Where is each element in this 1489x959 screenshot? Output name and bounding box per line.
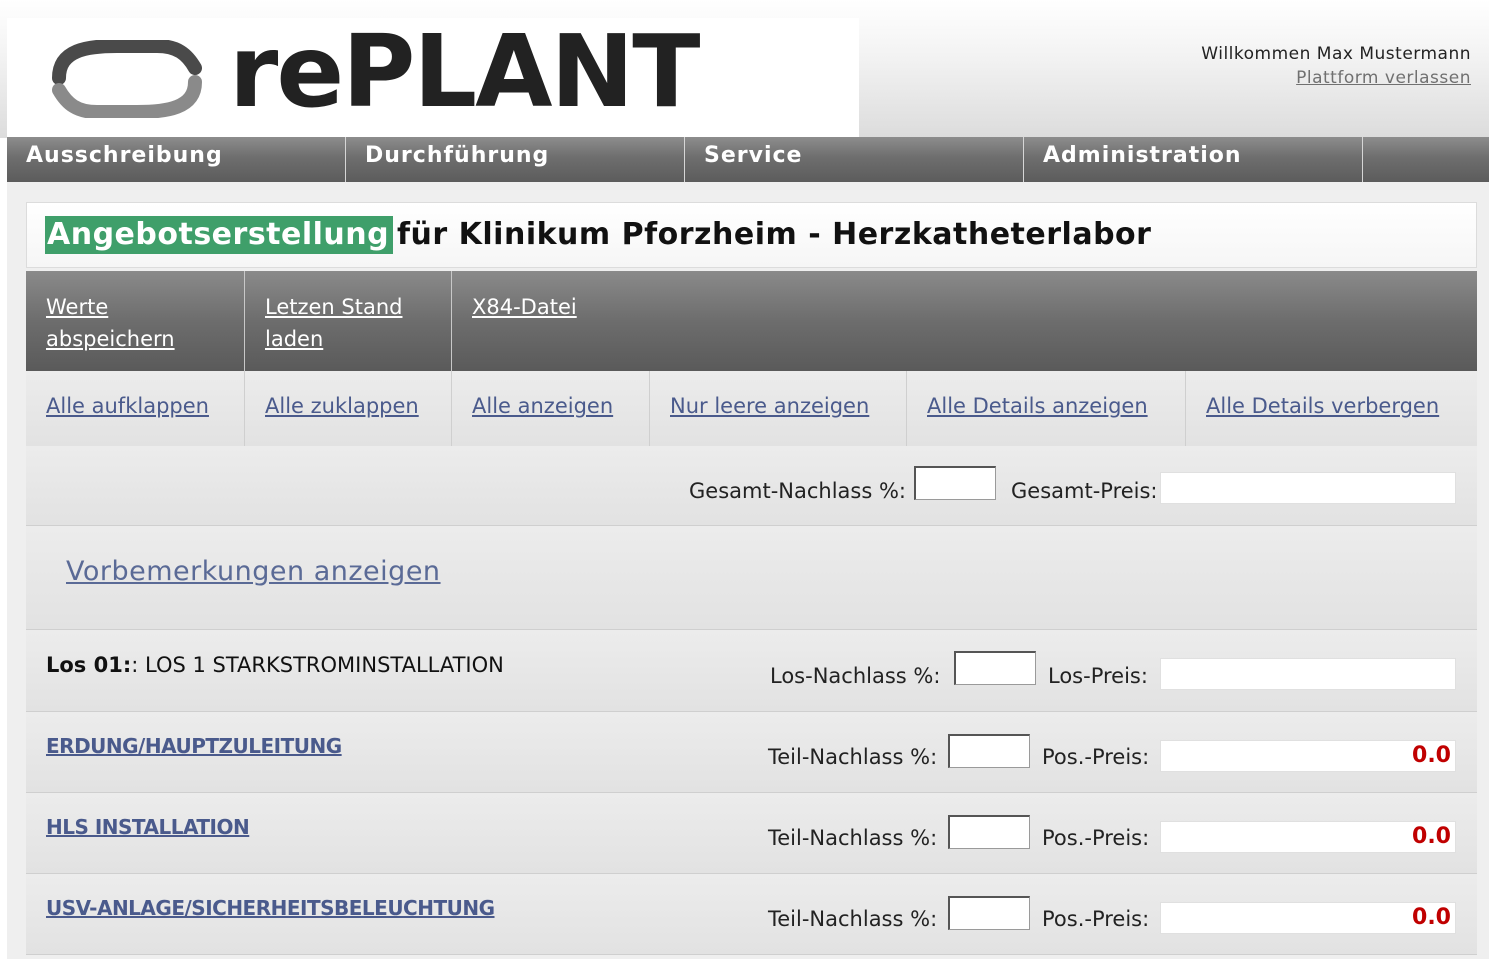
position-price-label: Pos.-Preis:	[1042, 907, 1150, 931]
show-all-link[interactable]: Alle anzeigen	[472, 394, 613, 418]
leave-platform-link[interactable]: Plattform verlassen	[1201, 68, 1471, 88]
remarks-row: Vorbemerkungen anzeigen	[26, 526, 1477, 630]
los-price-label: Los-Preis:	[1048, 664, 1148, 688]
hide-all-details-link[interactable]: Alle Details verbergen	[1206, 394, 1439, 418]
secondary-toolbar: Alle aufklappen Alle zuklappen Alle anze…	[26, 371, 1477, 447]
position-row: ERDUNG/HAUPTZULEITUNG Teil-Nachlass %: P…	[26, 712, 1477, 793]
show-remarks-link[interactable]: Vorbemerkungen anzeigen	[66, 556, 441, 587]
total-price-label: Gesamt-Preis:	[1011, 479, 1158, 503]
los-price-field	[1160, 658, 1456, 690]
position-price-label: Pos.-Preis:	[1042, 826, 1150, 850]
los-discount-label: Los-Nachlass %:	[770, 664, 941, 688]
main-nav: Ausschreibung Durchführung Service Admin…	[7, 137, 1489, 182]
welcome-text: Willkommen Max Mustermann	[1201, 44, 1471, 64]
los-discount-input[interactable]	[954, 651, 1036, 685]
position-discount-input[interactable]	[948, 896, 1030, 930]
position-link[interactable]: USV-ANLAGE/SICHERHEITSBELEUCHTUNG	[46, 896, 495, 920]
expand-all-link[interactable]: Alle aufklappen	[46, 394, 209, 418]
position-discount-label: Teil-Nachlass %:	[768, 907, 938, 931]
save-values-link[interactable]: Werte abspeichern	[46, 291, 196, 355]
show-empty-cell: Nur leere anzeigen	[650, 371, 907, 446]
hide-details-cell: Alle Details verbergen	[1186, 371, 1477, 446]
position-row: HLS INSTALLATION Teil-Nachlass %: Pos.-P…	[26, 793, 1477, 874]
los-title: Los 01:: LOS 1 STARKSTROMINSTALLATION	[46, 653, 504, 677]
position-price-field: 0.0	[1160, 821, 1456, 853]
los-number: Los 01:	[46, 653, 132, 677]
los-name: : LOS 1 STARKSTROMINSTALLATION	[131, 653, 504, 677]
expand-all-cell: Alle aufklappen	[26, 371, 245, 446]
position-discount-input[interactable]	[948, 734, 1030, 768]
position-discount-label: Teil-Nachlass %:	[768, 826, 938, 850]
load-last-state-link[interactable]: Letzen Stand laden	[265, 291, 415, 355]
total-discount-input[interactable]	[914, 466, 996, 500]
position-row: USV-ANLAGE/SICHERHEITSBELEUCHTUNG Teil-N…	[26, 874, 1477, 955]
load-state-cell: Letzen Stand laden	[245, 271, 452, 371]
collapse-all-cell: Alle zuklappen	[245, 371, 452, 446]
position-price-label: Pos.-Preis:	[1042, 745, 1150, 769]
totals-row: Gesamt-Nachlass %: Gesamt-Preis:	[26, 446, 1477, 526]
position-price-field: 0.0	[1160, 902, 1456, 934]
page-title-highlight: Angebotserstellung	[45, 216, 394, 254]
x84-file-cell: X84-Datei	[452, 271, 1477, 371]
los-row: Los 01:: LOS 1 STARKSTROMINSTALLATION Lo…	[26, 630, 1477, 712]
show-empty-only-link[interactable]: Nur leere anzeigen	[670, 394, 869, 418]
page-title-rest: für Klinikum Pforzheim - Herzkatheterlab…	[397, 217, 1152, 252]
nav-item-ausschreibung[interactable]: Ausschreibung	[7, 137, 346, 182]
save-values-cell: Werte abspeichern	[26, 271, 245, 371]
nav-item-administration[interactable]: Administration	[1024, 137, 1363, 182]
show-details-cell: Alle Details anzeigen	[907, 371, 1186, 446]
logo[interactable]: rePLANT	[7, 18, 859, 138]
nav-item-durchfuehrung[interactable]: Durchführung	[346, 137, 685, 182]
replant-logo-icon	[52, 40, 202, 118]
page-title: Angebotserstellung für Klinikum Pforzhei…	[26, 202, 1477, 268]
x84-file-link[interactable]: X84-Datei	[472, 291, 632, 323]
primary-toolbar: Werte abspeichern Letzen Stand laden X84…	[26, 271, 1477, 371]
show-all-cell: Alle anzeigen	[452, 371, 650, 446]
collapse-all-link[interactable]: Alle zuklappen	[265, 394, 419, 418]
main-content: Angebotserstellung für Klinikum Pforzhei…	[7, 182, 1489, 959]
total-price-field	[1160, 472, 1456, 504]
nav-item-service[interactable]: Service	[685, 137, 1024, 182]
logo-text: rePLANT	[229, 13, 700, 130]
position-discount-label: Teil-Nachlass %:	[768, 745, 938, 769]
position-price-field: 0.0	[1160, 740, 1456, 772]
user-welcome: Willkommen Max Mustermann Plattform verl…	[1201, 44, 1471, 88]
position-link[interactable]: ERDUNG/HAUPTZULEITUNG	[46, 734, 342, 758]
position-discount-input[interactable]	[948, 815, 1030, 849]
position-link[interactable]: HLS INSTALLATION	[46, 815, 250, 839]
total-discount-label: Gesamt-Nachlass %:	[689, 479, 906, 503]
show-all-details-link[interactable]: Alle Details anzeigen	[927, 394, 1148, 418]
